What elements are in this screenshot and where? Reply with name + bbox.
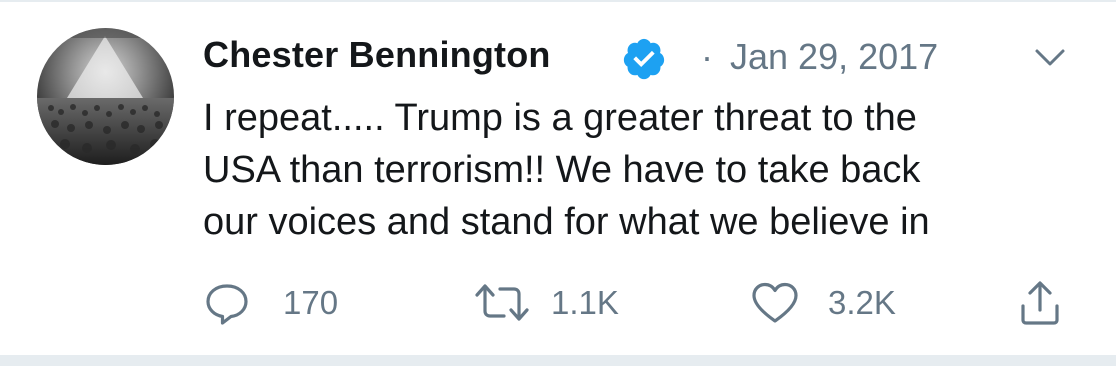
chevron-down-icon[interactable] [1033,44,1067,70]
reply-icon [206,284,248,325]
tweet-text-line: USA than terrorism!! We have to take bac… [203,149,921,191]
share-button[interactable] [1018,280,1062,326]
tweet-text-line: I repeat..... Trump is a greater threat … [203,97,917,139]
tweet-header: Chester Bennington · Jan 29, 2017 [203,30,1083,82]
avatar-image [37,28,174,165]
bottom-divider [0,355,1116,366]
reply-button[interactable]: 170 [203,280,353,326]
retweet-icon [475,284,529,321]
author-name[interactable]: Chester Bennington [203,34,551,76]
retweet-button[interactable]: 1.1K [474,280,634,326]
like-count: 3.2K [828,284,896,321]
tweet-card[interactable]: Chester Bennington · Jan 29, 2017 I repe… [0,0,1116,366]
share-icon [1021,281,1059,325]
tweet-text-line: our voices and stand for what we believe… [203,201,930,243]
like-button[interactable]: 3.2K [750,280,910,326]
top-divider [0,0,1116,2]
avatar[interactable] [37,28,174,165]
tweet-text: I repeat..... Trump is a greater threat … [203,92,1073,248]
tweet-date[interactable]: Jan 29, 2017 [730,36,938,78]
header-separator: · [701,36,713,77]
heart-icon [752,282,798,323]
retweet-count: 1.1K [551,284,619,321]
verified-badge-icon [623,38,665,80]
reply-count: 170 [283,284,339,321]
